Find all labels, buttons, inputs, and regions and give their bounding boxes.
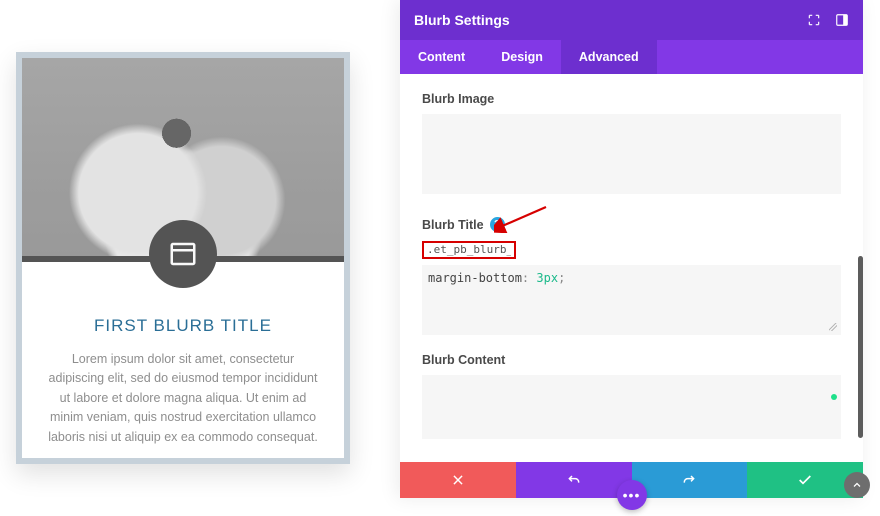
cancel-button[interactable]: [400, 462, 516, 498]
ellipsis-icon: •••: [623, 487, 641, 503]
dock-right-icon[interactable]: [835, 13, 849, 27]
redo-button[interactable]: [632, 462, 748, 498]
label-blurb-image: Blurb Image: [422, 92, 841, 106]
tab-advanced[interactable]: Advanced: [561, 40, 657, 74]
blurb-hero-image: [22, 58, 344, 262]
more-button[interactable]: •••: [617, 480, 647, 510]
fullscreen-icon[interactable]: [807, 13, 821, 27]
help-icon[interactable]: ?: [490, 217, 505, 232]
tab-bar: Content Design Advanced: [400, 40, 863, 74]
window-icon: [168, 239, 198, 269]
tab-content[interactable]: Content: [400, 40, 483, 74]
panel-title: Blurb Settings: [414, 12, 510, 28]
blurb-preview-card: FIRST BLURB TITLE Lorem ipsum dolor sit …: [16, 52, 350, 464]
panel-body: Blurb Image Blurb Title ? margin-bottom:…: [400, 74, 863, 462]
panel-header: Blurb Settings: [400, 0, 863, 40]
action-bar: •••: [400, 462, 863, 498]
input-blurb-title-css[interactable]: margin-bottom: 3px;: [422, 265, 841, 335]
input-blurb-title-selector[interactable]: [422, 241, 516, 259]
blurb-body: FIRST BLURB TITLE Lorem ipsum dolor sit …: [22, 262, 344, 447]
input-blurb-content-css[interactable]: [422, 375, 841, 439]
input-blurb-image-css[interactable]: [422, 114, 841, 194]
close-icon: [451, 473, 465, 487]
panel-scrollbar[interactable]: [858, 256, 863, 438]
redo-icon: [681, 472, 697, 488]
blurb-circle-icon: [149, 220, 217, 288]
tab-design[interactable]: Design: [483, 40, 561, 74]
undo-button[interactable]: [516, 462, 632, 498]
label-blurb-title: Blurb Title ?: [422, 217, 841, 232]
settings-panel: Blurb Settings Content Design Advanced B…: [400, 0, 863, 498]
label-blurb-content: Blurb Content: [422, 353, 841, 367]
undo-icon: [566, 472, 582, 488]
check-icon: [797, 472, 813, 488]
unsaved-indicator-icon: [831, 394, 837, 400]
chevron-up-icon: [851, 479, 863, 491]
scroll-top-button[interactable]: [844, 472, 870, 498]
label-blurb-title-text: Blurb Title: [422, 218, 484, 232]
blurb-text: Lorem ipsum dolor sit amet, consectetur …: [46, 350, 320, 447]
blurb-title: FIRST BLURB TITLE: [46, 316, 320, 336]
